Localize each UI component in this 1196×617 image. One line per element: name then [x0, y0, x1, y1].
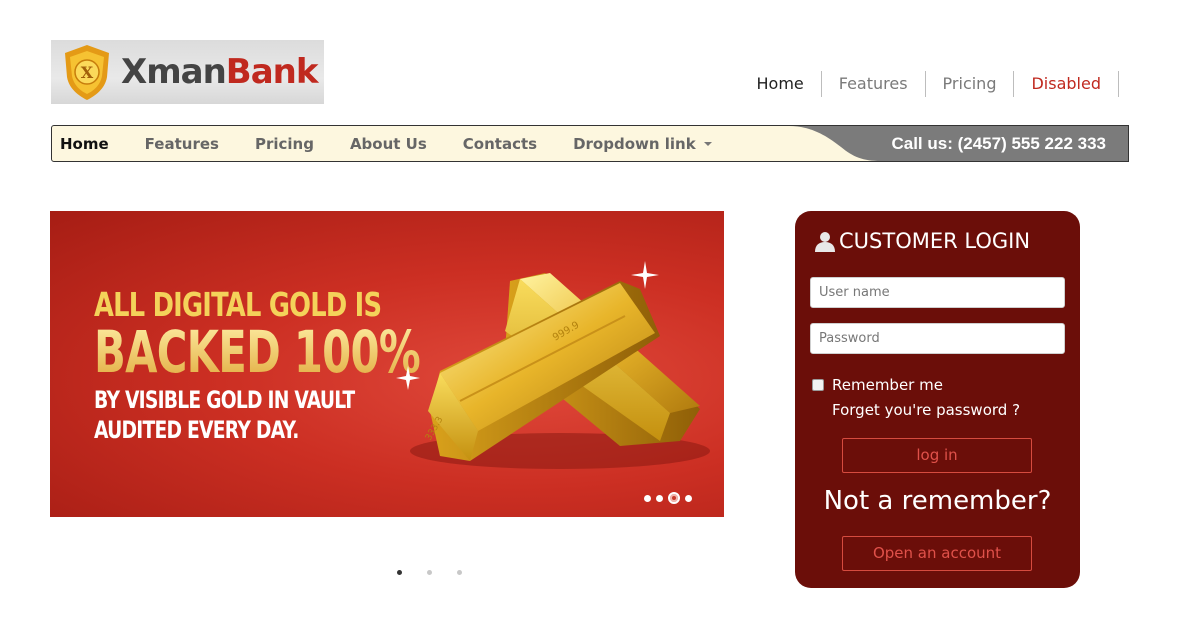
top-nav-pricing[interactable]: Pricing	[926, 71, 1015, 97]
nav-item-contacts[interactable]: Contacts	[445, 135, 555, 153]
user-icon	[815, 232, 835, 252]
password-input[interactable]: Password	[810, 323, 1065, 354]
forgot-password-link[interactable]: Forget you're password ?	[832, 401, 1020, 419]
open-account-button[interactable]: Open an account	[842, 536, 1032, 571]
banner-dot[interactable]	[685, 494, 692, 502]
page: X XmanBank Home Features Pricing Disable…	[0, 0, 1196, 617]
logo-text: XmanBank	[121, 52, 319, 92]
login-title: CUSTOMER LOGIN	[814, 229, 1030, 253]
nav-item-home[interactable]: Home	[52, 135, 127, 153]
carousel-indicator-active[interactable]	[397, 570, 402, 575]
banner-dot[interactable]	[644, 494, 651, 502]
shield-emblem-icon: X	[65, 45, 109, 100]
remember-me-label[interactable]: Remember me	[832, 376, 943, 394]
caret-down-icon	[703, 142, 712, 146]
top-nav-home[interactable]: Home	[740, 71, 822, 97]
login-button[interactable]: log in	[842, 438, 1032, 473]
logo-text-second: Bank	[225, 52, 319, 92]
username-input[interactable]: User name	[810, 277, 1065, 308]
nav-item-dropdown[interactable]: Dropdown link	[555, 135, 730, 153]
svg-text:X: X	[81, 63, 94, 82]
banner-dot-active[interactable]	[668, 492, 680, 504]
gold-bars-image: 999.9 333.3	[396, 261, 710, 469]
nav-item-about-us[interactable]: About Us	[332, 135, 445, 153]
banner-slide-dots	[644, 492, 692, 504]
logo[interactable]: X XmanBank	[51, 40, 324, 104]
top-nav-features[interactable]: Features	[822, 71, 926, 97]
carousel-indicator[interactable]	[457, 570, 462, 575]
login-title-text: CUSTOMER LOGIN	[839, 229, 1031, 253]
remember-me-row: Remember me	[812, 376, 943, 394]
nav-item-pricing[interactable]: Pricing	[237, 135, 332, 153]
banner-dot[interactable]	[656, 494, 663, 502]
not-member-heading: Not a remember?	[823, 486, 1052, 516]
nav-item-dropdown-label: Dropdown link	[573, 134, 696, 153]
nav-item-features[interactable]: Features	[127, 135, 237, 153]
logo-text-first: Xman	[121, 52, 227, 92]
top-nav: Home Features Pricing Disabled	[740, 70, 1119, 98]
call-us-text: Call us: (2457) 555 222 333	[891, 134, 1106, 153]
call-us-banner: Call us: (2457) 555 222 333	[783, 126, 1128, 161]
main-navbar: Home Features Pricing About Us Contacts …	[51, 125, 1129, 162]
remember-me-checkbox[interactable]	[812, 379, 824, 391]
customer-login-panel: CUSTOMER LOGIN User name Password Rememb…	[795, 211, 1080, 588]
carousel-indicator[interactable]	[427, 570, 432, 575]
top-nav-disabled[interactable]: Disabled	[1014, 71, 1119, 97]
hero-banner[interactable]: ALL DIGITAL GOLD IS BACKED 100% BY VISIB…	[50, 211, 724, 517]
carousel-indicators	[397, 570, 462, 575]
